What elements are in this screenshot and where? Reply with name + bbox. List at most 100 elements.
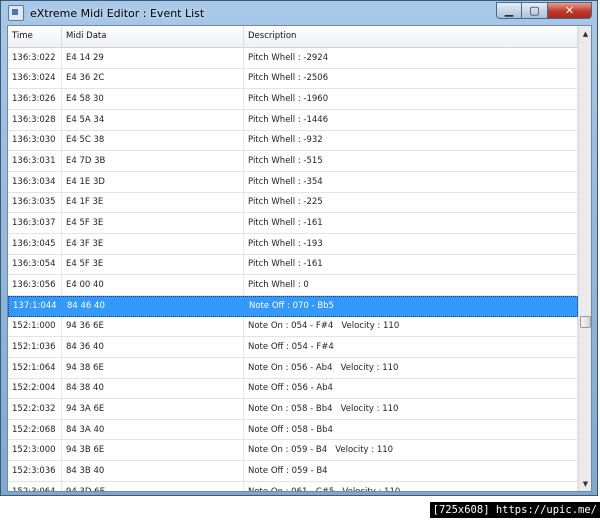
table-row[interactable]: 152:3:064 94 3D 6E Note On : 061 - C#5 Vel… [8,481,578,491]
cell-time: 152:3:064 [8,481,62,491]
cell-time: 136:3:030 [8,130,62,151]
cell-description: Pitch Whell : -354 [244,171,578,192]
table-row[interactable]: 136:3:030 E4 5C 38 Pitch Whell : -932 [8,130,578,152]
table-row[interactable]: 136:3:022 E4 14 29 Pitch Whell : -2924 [8,48,578,69]
cell-midi-data: E4 36 2C [62,68,244,89]
cell-description: Note On : 054 - F#4 Velocity : 110 [244,316,578,337]
cell-time: 136:3:031 [8,151,62,171]
cell-time: 136:3:028 [8,109,62,130]
cell-time: 152:2:032 [8,399,62,419]
app-icon[interactable] [8,5,24,21]
maximize-icon: ▢ [529,4,540,17]
cell-time: 152:1:064 [8,357,62,378]
cell-description: Note Off : 056 - Ab4 [244,378,578,399]
title-bar[interactable]: eXtreme Midi Editor : Event List ▁ ▢ ✕ [1,1,597,25]
cell-time: 136:3:056 [8,275,62,295]
cell-midi-data: 94 36 6E [62,316,244,337]
cell-description: Pitch Whell : -2506 [244,68,578,89]
cell-description: Pitch Whell : 0 [244,275,578,295]
table-row[interactable]: 152:1:000 94 36 6E Note On : 054 - F#4 Vel… [8,316,578,338]
table-row[interactable]: 136:3:056 E4 00 40 Pitch Whell : 0 [8,275,578,296]
cell-description: Pitch Whell : -2924 [244,48,578,68]
scroll-down-arrow-icon[interactable]: ▼ [579,476,591,491]
cell-midi-data: 84 3B 40 [62,461,244,481]
table-row[interactable]: 152:2:068 84 3A 40 Note Off : 058 - Bb4 [8,419,578,441]
table-row[interactable]: 136:3:035 E4 1F 3E Pitch Whell : -225 [8,192,578,214]
event-list[interactable]: Time Midi Data Description 136:3:022 E4 1… [7,25,592,492]
cell-time: 136:3:054 [8,254,62,275]
cell-description: Pitch Whell : -161 [244,254,578,275]
column-header-midi-data[interactable]: Midi Data [62,26,244,47]
cell-time: 136:3:034 [8,171,62,192]
cell-midi-data: 84 38 40 [62,378,244,399]
cell-description: Pitch Whell : -1960 [244,89,578,109]
column-header-description[interactable]: Description [244,26,578,47]
cell-description: Note Off : 070 - Bb5 [245,296,579,316]
table-row[interactable]: 152:1:064 94 38 6E Note On : 056 - Ab4 Vel… [8,357,578,379]
cell-description: Note On : 056 - Ab4 Velocity : 110 [244,357,578,378]
cell-time: 152:1:000 [8,316,62,337]
footer: [725x608] https://upic.me/ [0,496,600,523]
cell-description: Pitch Whell : -932 [244,130,578,151]
cell-midi-data: E4 5F 3E [62,213,244,233]
table-row[interactable]: 136:3:028 E4 5A 34 Pitch Whell : -1446 [8,109,578,131]
cell-time: 152:3:036 [8,461,62,481]
cell-description: Pitch Whell : -193 [244,233,578,254]
table-row[interactable]: 136:3:045 E4 3F 3E Pitch Whell : -193 [8,233,578,255]
cell-time: 136:3:035 [8,192,62,213]
cell-description: Note On : 061 - C#5 Velocity : 110 [244,481,578,491]
table-row[interactable]: 136:3:031 E4 7D 3B Pitch Whell : -515 [8,151,578,172]
cell-time: 152:2:004 [8,378,62,399]
cell-description: Note Off : 059 - B4 [244,461,578,481]
cell-midi-data: E4 00 40 [62,275,244,295]
table-row[interactable]: 136:3:037 E4 5F 3E Pitch Whell : -161 [8,213,578,234]
event-rows: 136:3:022 E4 14 29 Pitch Whell : -2924 136:… [8,48,579,491]
cell-description: Note On : 058 - Bb4 Velocity : 110 [244,399,578,419]
watermark: [725x608] https://upic.me/ [429,502,600,518]
cell-midi-data: E4 7D 3B [62,151,244,171]
cell-time: 137:1:044 [9,296,63,316]
cell-description: Note Off : 054 - F#4 [244,337,578,357]
cell-midi-data: 84 46 40 [63,296,245,316]
minimize-button[interactable]: ▁ [496,2,522,19]
cell-time: 152:1:036 [8,337,62,357]
table-row[interactable]: 136:3:026 E4 58 30 Pitch Whell : -1960 [8,89,578,110]
cell-time: 136:3:022 [8,48,62,68]
cell-midi-data: E4 5F 3E [62,254,244,275]
maximize-button[interactable]: ▢ [522,2,548,19]
table-row[interactable]: 152:1:036 84 36 40 Note Off : 054 - F#4 [8,337,578,358]
cell-midi-data: 84 3A 40 [62,419,244,440]
scrollbar-thumb[interactable] [580,316,591,328]
cell-description: Pitch Whell : -225 [244,192,578,213]
cell-time: 136:3:045 [8,233,62,254]
cell-time: 152:2:068 [8,419,62,440]
table-row[interactable]: 152:2:032 94 3A 6E Note On : 058 - Bb4 Vel… [8,399,578,420]
cell-description: Note On : 059 - B4 Velocity : 110 [244,440,578,461]
scroll-up-arrow-icon[interactable]: ▲ [579,26,591,41]
cell-midi-data: 94 3B 6E [62,440,244,461]
table-row[interactable]: 136:3:054 E4 5F 3E Pitch Whell : -161 [8,254,578,276]
event-list-window: eXtreme Midi Editor : Event List ▁ ▢ ✕ T… [0,0,598,496]
cell-description: Pitch Whell : -515 [244,151,578,171]
table-row[interactable]: 136:3:034 E4 1E 3D Pitch Whell : -354 [8,171,578,193]
cell-midi-data: 84 36 40 [62,337,244,357]
cell-midi-data: 94 38 6E [62,357,244,378]
minimize-icon: ▁ [504,4,514,17]
cell-time: 152:3:000 [8,440,62,461]
close-icon: ✕ [564,4,575,17]
cell-midi-data: E4 3F 3E [62,233,244,254]
table-row[interactable]: 152:2:004 84 38 40 Note Off : 056 - Ab4 [8,378,578,400]
cell-midi-data: E4 1E 3D [62,171,244,192]
window-controls: ▁ ▢ ✕ [496,2,592,20]
column-header-time[interactable]: Time [8,26,62,47]
window-title: eXtreme Midi Editor : Event List [30,6,205,20]
table-row[interactable]: 136:3:024 E4 36 2C Pitch Whell : -2506 [8,68,578,90]
table-row[interactable]: 137:1:044 84 46 40 Note Off : 070 - Bb5 [8,295,579,317]
cell-midi-data: 94 3A 6E [62,399,244,419]
table-row[interactable]: 152:3:000 94 3B 6E Note On : 059 - B4 Velo… [8,440,578,462]
vertical-scrollbar[interactable]: ▲ ▼ [578,26,591,491]
cell-midi-data: E4 5A 34 [62,109,244,130]
table-row[interactable]: 152:3:036 84 3B 40 Note Off : 059 - B4 [8,461,578,482]
close-button[interactable]: ✕ [548,2,592,19]
cell-time: 136:3:026 [8,89,62,109]
